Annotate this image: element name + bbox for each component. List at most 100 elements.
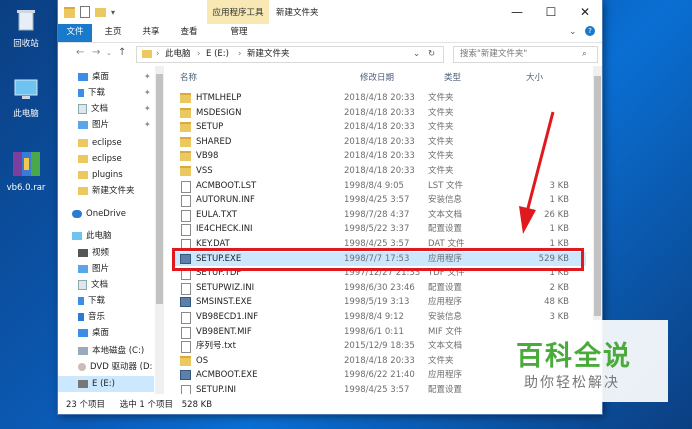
nav-item-desktop[interactable]: 桌面	[78, 69, 109, 85]
nav-item-music[interactable]: 音乐	[78, 309, 105, 325]
breadcrumb-separator-icon: ›	[156, 49, 160, 59]
close-icon[interactable]: ✕	[568, 0, 602, 24]
nav-item-downloads[interactable]: 下载	[78, 85, 105, 101]
search-input[interactable]: 搜索"新建文件夹" ⌕	[453, 46, 598, 63]
file-type: 文本文档	[428, 209, 463, 220]
file-date: 1998/6/30 23:46	[344, 282, 415, 293]
document-icon	[78, 279, 87, 290]
tab-share[interactable]: 共享	[136, 24, 166, 42]
nav-item-drive-c[interactable]: 本地磁盘 (C:)	[78, 343, 144, 359]
title-bar: ▾ 应用程序工具 新建文件夹 — ☐ ✕	[58, 0, 602, 24]
minimize-icon[interactable]: —	[500, 0, 534, 24]
nav-item-pictures[interactable]: 图片	[78, 117, 109, 133]
breadcrumb-this-pc[interactable]: 此电脑	[165, 47, 191, 62]
table-row[interactable]: EULA.TXT 1998/7/28 4:37 文本文档 26 KB	[173, 208, 586, 222]
nav-item-label: OneDrive	[86, 209, 126, 219]
column-header-type[interactable]: 类型	[444, 71, 461, 83]
table-row[interactable]: SETUPWIZ.INI 1998/6/30 23:46 配置设置 2 KB	[173, 281, 586, 295]
file-date: 2018/4/18 20:33	[344, 166, 415, 176]
file-size: 48 KB	[544, 297, 569, 308]
folder-icon	[180, 355, 191, 366]
table-row[interactable]: VSS 2018/4/18 20:33 文件夹	[173, 164, 586, 178]
nav-item-eclipse[interactable]: eclipse	[78, 135, 122, 151]
file-date: 2018/4/18 20:33	[344, 107, 415, 118]
table-row[interactable]: HTMLHELP 2018/4/18 20:33 文件夹	[173, 91, 586, 105]
address-bar[interactable]: › 此电脑 › E (E:) › 新建文件夹 ⌄ ↻	[136, 46, 444, 63]
file-list-scroll-thumb[interactable]	[594, 76, 601, 316]
file-name: ACMBOOT.EXE	[196, 370, 258, 381]
desktop-icon-recycle-bin[interactable]: 回收站	[4, 6, 48, 49]
nav-item-label: 图片	[92, 120, 110, 130]
nav-item-new-folder[interactable]: 新建文件夹	[78, 183, 135, 199]
nav-item-plugins[interactable]: plugins	[78, 167, 123, 183]
help-icon[interactable]: ?	[585, 26, 595, 36]
table-row[interactable]: ACMBOOT.LST 1998/8/4 9:05 LST 文件 3 KB	[173, 179, 586, 193]
file-type: 文件夹	[428, 355, 454, 366]
file-type: 文件夹	[428, 122, 454, 133]
nav-item-onedrive[interactable]: OneDrive	[72, 206, 126, 222]
tab-manage[interactable]: 管理	[221, 24, 257, 42]
folder-icon	[142, 50, 152, 58]
table-row[interactable]: IE4CHECK.INI 1998/5/22 3:37 配置设置 1 KB	[173, 222, 586, 237]
nav-item-drive-e[interactable]: E (E:)	[58, 376, 154, 392]
column-header-size[interactable]: 大小	[526, 71, 543, 83]
table-row[interactable]: SETUP 2018/4/18 20:33 文件夹	[173, 120, 586, 134]
computer-icon	[72, 231, 82, 240]
table-row[interactable]: MSDESIGN 2018/4/18 20:33 文件夹	[173, 106, 586, 120]
nav-item-label: E (E:)	[92, 379, 115, 389]
folder-icon	[78, 138, 88, 147]
back-arrow-icon[interactable]: ←	[76, 47, 84, 58]
nav-item-desktop-2[interactable]: 桌面	[78, 325, 109, 341]
tab-file[interactable]: 文件	[58, 24, 92, 42]
column-header-date[interactable]: 修改日期	[360, 71, 394, 83]
breadcrumb-current-folder[interactable]: 新建文件夹	[247, 47, 290, 62]
search-placeholder: 搜索"新建文件夹"	[460, 49, 528, 59]
nav-item-label: 文档	[91, 280, 109, 290]
nav-item-label: 下载	[88, 296, 106, 306]
nav-scrollbar[interactable]	[155, 66, 164, 394]
breadcrumb-drive-e[interactable]: E (E:)	[206, 47, 229, 62]
file-name: ACMBOOT.LST	[196, 180, 257, 191]
nav-item-pictures-2[interactable]: 图片	[78, 261, 109, 277]
file-name: EULA.TXT	[196, 209, 237, 220]
nav-item-label: 视频	[92, 248, 110, 258]
tab-view[interactable]: 查看	[174, 24, 204, 42]
nav-item-this-pc[interactable]: 此电脑	[72, 228, 112, 244]
column-header-name[interactable]: 名称	[180, 71, 197, 83]
chevron-down-icon[interactable]: ⌄	[569, 27, 577, 37]
maximize-icon[interactable]: ☐	[534, 0, 568, 24]
table-row[interactable]: SHARED 2018/4/18 20:33 文件夹	[173, 135, 586, 149]
refresh-icon[interactable]: ↻	[428, 47, 435, 62]
new-folder-icon[interactable]	[95, 7, 106, 17]
recent-locations-icon[interactable]: ⌄	[106, 49, 112, 57]
forward-arrow-icon[interactable]: →	[92, 47, 100, 58]
file-type: 文件夹	[428, 151, 454, 162]
nav-scroll-thumb[interactable]	[156, 74, 163, 304]
nav-item-documents-2[interactable]: 文档	[78, 277, 108, 293]
status-item-count: 23 个项目	[66, 400, 106, 410]
nav-item-documents[interactable]: 文档	[78, 101, 108, 117]
table-row[interactable]: AUTORUN.INF 1998/4/25 3:57 安装信息 1 KB	[173, 193, 586, 208]
window-title: 新建文件夹	[276, 8, 319, 18]
tab-home[interactable]: 主页	[98, 24, 128, 42]
table-row[interactable]: VB98 2018/4/18 20:33 文件夹	[173, 149, 586, 163]
nav-item-eclipse-2[interactable]: eclipse	[78, 151, 122, 167]
file-name: SHARED	[196, 136, 232, 147]
nav-item-label: DVD 驱动器 (D:	[90, 362, 153, 372]
properties-icon[interactable]	[80, 6, 90, 18]
nav-item-label: 下载	[88, 88, 106, 98]
music-icon	[78, 312, 84, 321]
up-arrow-icon[interactable]: ↑	[118, 47, 126, 58]
context-tab-app-tools[interactable]: 应用程序工具	[207, 0, 269, 24]
folder-icon	[180, 107, 191, 118]
nav-item-downloads-2[interactable]: 下载	[78, 293, 105, 309]
desktop-icon-vb6-rar[interactable]: vb6.0.rar	[4, 148, 48, 193]
chevron-down-icon[interactable]: ⌄	[413, 47, 420, 62]
file-name: IE4CHECK.INI	[196, 224, 253, 235]
nav-item-dvd-drive[interactable]: DVD 驱动器 (D:	[78, 359, 152, 375]
desktop-icon-this-pc[interactable]: 此电脑	[4, 76, 48, 119]
nav-item-videos[interactable]: 视频	[78, 245, 109, 261]
file-date: 1998/5/22 3:37	[344, 224, 410, 235]
chevron-down-icon[interactable]: ▾	[111, 8, 115, 17]
table-row[interactable]: SMSINST.EXE 1998/5/19 3:13 应用程序 48 KB	[173, 295, 586, 309]
